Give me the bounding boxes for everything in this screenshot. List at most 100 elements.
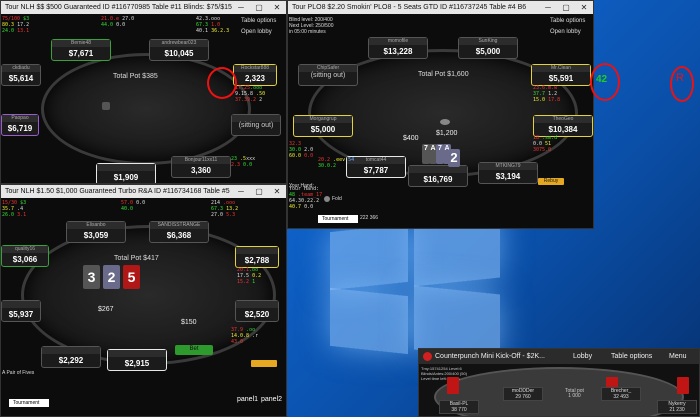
table-options-link[interactable]: Table options [241,18,276,24]
seat-right-mid[interactable]: $2,520 [235,300,279,322]
main-menu[interactable]: Menu [669,349,687,364]
cp-title-bar[interactable]: Counterpunch Mini Kick-Off - $2K... Lobb… [419,349,699,364]
window-title: Tour PLO8 $2.20 Smokin' PLO8 - 5 Seats G… [292,4,527,11]
seat-andrewbear[interactable]: andrewbear023 $10,045 [149,39,209,61]
hud-stats: 37.9 .oo 14.0.8 .r 43.0 [231,327,259,345]
seat-tomcat44[interactable]: tomcat44 $7,787 [346,156,406,178]
seat-right-top[interactable]: $2,788 [235,246,279,268]
hud-stats: 21.0.e 27.0 44.0 0.0 [101,16,135,28]
table-options-link[interactable]: Table options [550,18,585,24]
annotation-number: 42 [596,74,608,85]
maximize-icon[interactable]: ▢ [250,185,268,198]
hud-stats: 20.2 .eev 54 30.0.2 [318,157,355,169]
minimize-icon[interactable]: ─ [539,1,557,14]
cp-seat[interactable]: moDDDer 29 760 [503,387,543,401]
close-icon[interactable]: ✕ [268,185,286,198]
window-title-bar[interactable]: Tour NLH $1.50 $1,000 Guaranteed Turbo R… [1,185,286,198]
annotation-letter: R [676,72,684,84]
seat-paopao[interactable]: Paopao $6,719 [1,114,39,136]
counterpunch-window[interactable]: Counterpunch Mini Kick-Off - $2K... Lobb… [418,348,700,417]
bet-amount: $1,200 [436,130,458,137]
bet-amount: $267 [98,306,114,313]
window-title: Tour NLH $$ $500 Guaranteed ID #11677098… [5,4,232,11]
rebuy-button[interactable]: Rebuy [538,178,564,185]
seat-hero[interactable]: $16,769 [408,165,468,187]
fold-option[interactable]: Fold [332,196,342,202]
rebuy-button[interactable] [251,360,277,367]
seat-momofile[interactable]: momofile $13,228 [368,37,428,59]
bet-button[interactable]: Bet [175,345,213,355]
window-title-bar[interactable]: Tour NLH $$ $500 Guaranteed ID #11677098… [1,1,286,14]
seat-theogeo[interactable]: TheoGeo $10,384 [533,115,593,137]
board-card: 2 [103,265,120,289]
panel-label: panel1 [237,396,259,403]
hud-stats: 42.3.ooo 67.3 1.0 40.1 36.2.3 [196,16,230,34]
card-back [677,377,689,394]
close-icon[interactable]: ✕ [575,1,593,14]
cp-seat[interactable]: Nykerry 21 230 [657,400,697,414]
window-title: Tour NLH $1.50 $1,000 Guaranteed Turbo R… [5,188,230,195]
maximize-icon[interactable]: ▢ [250,1,268,14]
hole-card: 2 [448,149,460,167]
cp-title: Counterpunch Mini Kick-Off - $2K... [435,353,545,360]
hud-stats: 57.0 0.0 40.0 [121,200,146,212]
dealer-button-icon [102,102,110,110]
open-lobby-link[interactable]: Open lobby [241,29,272,35]
cp-seat[interactable]: Basil-PL 38 770 [439,400,479,414]
blind-level-info: Blind level: 200/400 Next Level: 250/500 i… [289,17,334,35]
poker-table-window-3[interactable]: Tour NLH $1.50 $1,000 Guaranteed Turbo R… [0,184,287,417]
seat-sitting-out[interactable]: (sitting out) [231,114,281,136]
hud-stats: 23.6.m.w 37.7 1.2 15.0 17.8 [533,85,561,103]
maximize-icon[interactable]: ▢ [557,1,575,14]
seat-left-mid[interactable]: $5,937 [1,300,41,322]
seat-hero[interactable]: $2,915 [107,349,167,371]
cp-pot: Total pot 1 000 [565,388,584,399]
total-pot: Total Pot $385 [113,73,158,80]
seat-bottom-left[interactable]: $2,292 [41,346,101,368]
hud-stats: 214 .ooo 67.3 13.2 27.0 5.3 [211,200,239,218]
seat-rockstar[interactable]: Rockstar888 2,323 [233,64,277,86]
hud-stats: Your Hand: 48 .team_17 64.30.22.2 40.7 0… [289,186,323,210]
hud-stats: 18 .sm.d 0.0 51 3075.0 [533,135,558,153]
bet-amount: $150 [181,319,197,326]
seat-sunking[interactable]: SunKing $5,000 [458,37,518,59]
hand-hint: A Pair of Fives [2,370,35,376]
minimize-icon[interactable]: ─ [232,1,250,14]
card-back [447,377,459,394]
total-pot: Total Pot $417 [114,255,159,262]
seat-bernie48[interactable]: Bernie48 $7,671 [51,39,111,61]
annotation-circle [207,67,237,99]
board-card: 5 [123,265,140,289]
tournament-tab[interactable]: Tournament [9,399,49,407]
seat-quality16[interactable]: quality16 $3,066 [1,245,49,267]
poker-table-window-2[interactable]: Tour PLO8 $2.20 Smokin' PLO8 - 5 Seats G… [287,0,594,229]
lobby-menu[interactable]: Lobby [573,349,592,364]
panel-label: panel2 [261,396,283,403]
tournament-tab[interactable]: Tournament [318,215,358,223]
hud-stats: 17.25.ooo 9.15.8 .50 37.39.2 2 [235,85,266,103]
hud-stats: 20.1.oo 17.5 0.2 15.2 1 [237,267,262,285]
seat-morgangrup[interactable]: Morgangrup $5,000 [293,115,353,137]
table-options-menu[interactable]: Table options [611,349,652,364]
cp-seat[interactable]: Brecher_ 32 493 [601,387,641,401]
minimize-icon[interactable]: ─ [232,185,250,198]
close-icon[interactable]: ✕ [268,1,286,14]
seat-sandisstrange[interactable]: SANDISSTRANGE $6,368 [149,221,209,243]
fold-radio-icon[interactable] [324,196,330,202]
hud-stats: 32.3 30.0 2.0 60.0 0.0 [289,141,314,159]
cp-tournament-info: Tmy:15741254 Level:6 Blinds/Antes:200/40… [421,366,468,381]
bet-amount: $400 [403,135,419,142]
board-card: 3 [83,265,100,289]
seat-bonjour[interactable]: Bonjour11xx11 3,360 [171,156,231,178]
seat-mrclean[interactable]: Mr.Clean $5,591 [531,64,591,86]
chip-stack-icon [440,119,450,125]
poker-table-window-1[interactable]: Tour NLH $$ $500 Guaranteed ID #11677098… [0,0,287,184]
hud-counts: 222 366 [360,215,379,221]
seat-mtking79[interactable]: MTKING79 $3,194 [478,162,538,184]
seat-ckdiadu[interactable]: ckdiadu $5,614 [1,64,41,86]
seat-hero[interactable]: $1,909 [96,163,156,183]
window-title-bar[interactable]: Tour PLO8 $2.20 Smokin' PLO8 - 5 Seats G… [288,1,593,14]
seat-chipsafer[interactable]: ChipSafer (sitting out) [298,64,358,86]
open-lobby-link[interactable]: Open lobby [550,29,581,35]
seat-elisanbo[interactable]: Elisanbo $3,059 [66,221,126,243]
